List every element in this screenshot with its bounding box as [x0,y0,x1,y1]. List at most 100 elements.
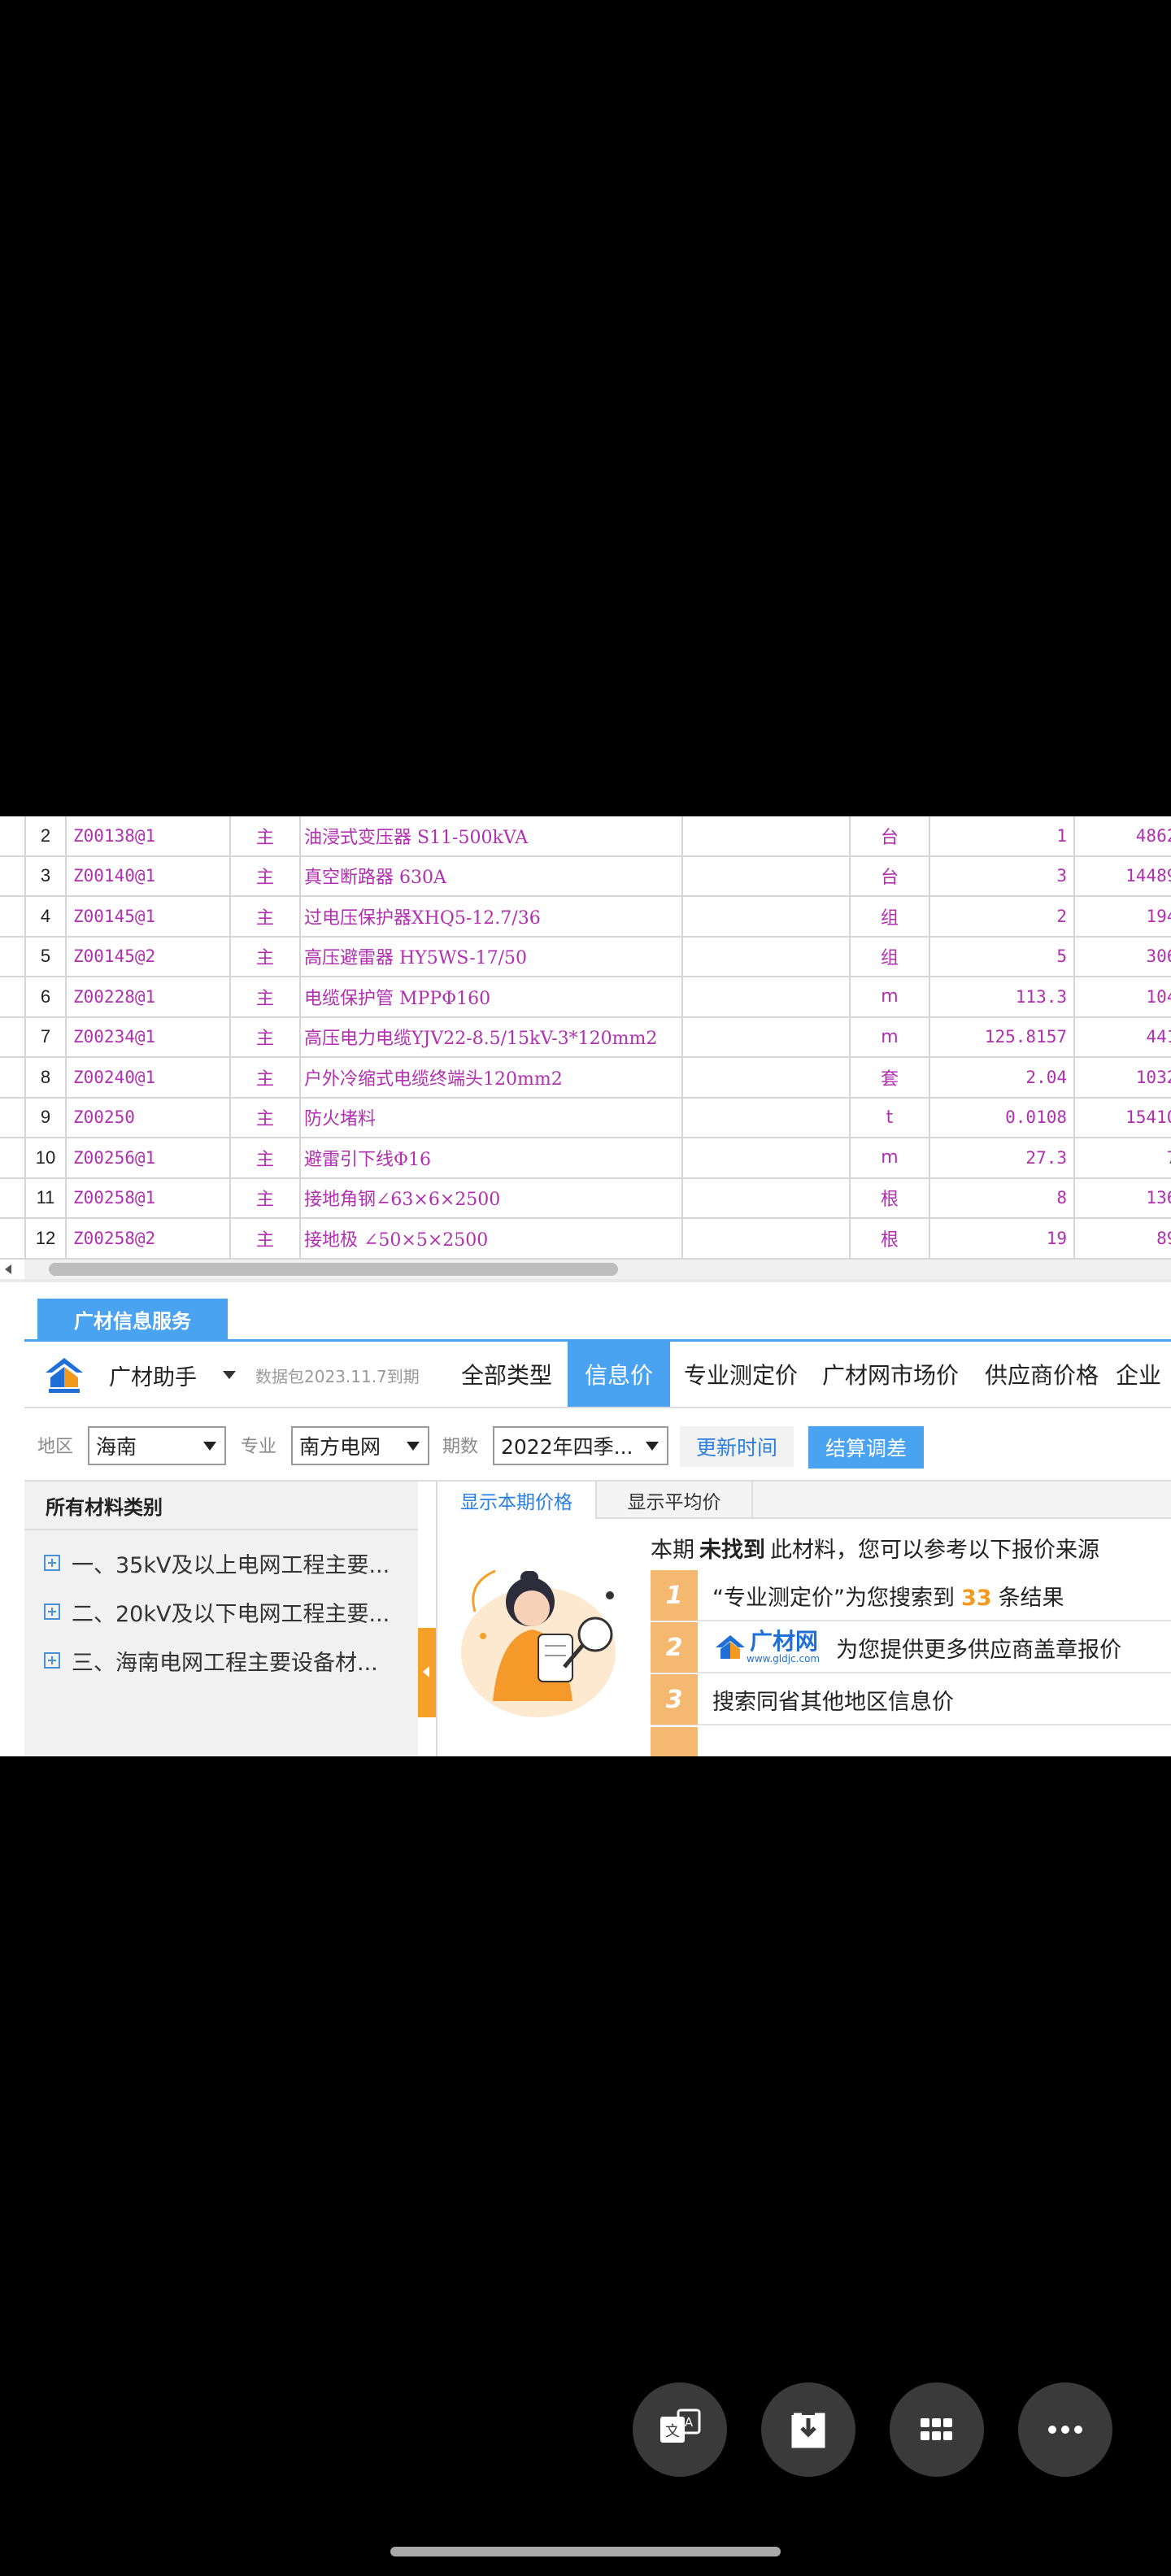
material-name[interactable]: 真空断路器 630A [301,856,683,895]
material-name[interactable]: 接地极 ∠50×5×2500 [301,1219,683,1258]
home-indicator[interactable] [390,2547,781,2556]
region-select[interactable]: 海南 [88,1426,226,1465]
spec-cell[interactable] [683,897,851,936]
tab-professional-price[interactable]: 专业测定价 [675,1342,807,1407]
unit[interactable]: 台 [851,816,930,855]
tab-info-price[interactable]: 信息价 [568,1342,670,1407]
material-code[interactable]: Z00234@1 [67,1017,231,1056]
quantity[interactable]: 2.04 [930,1058,1075,1097]
scrollbar-thumb[interactable] [49,1263,618,1276]
unit[interactable]: 组 [851,897,930,936]
more-button[interactable] [1018,2382,1112,2477]
unit[interactable]: t [851,1098,930,1137]
tab-current-price[interactable]: 显示本期价格 [437,1482,597,1519]
material-type[interactable]: 主 [231,1058,301,1097]
material-type[interactable]: 主 [231,1219,301,1258]
row-number[interactable]: 9 [26,1098,67,1137]
material-code[interactable]: Z00145@1 [67,897,231,936]
specialty-select[interactable]: 南方电网 [291,1426,429,1465]
material-code[interactable]: Z00256@1 [67,1138,231,1177]
material-name[interactable]: 防火堵料 [301,1098,683,1137]
scroll-left-icon[interactable] [5,1264,11,1274]
assistant-label[interactable]: 广材助手 [109,1342,197,1408]
spec-cell[interactable] [683,1178,851,1217]
chevron-down-icon[interactable] [223,1371,236,1379]
material-name[interactable]: 高压避雷器 HY5WS-17/50 [301,937,683,976]
unit[interactable]: 根 [851,1178,930,1217]
table-row[interactable]: 9Z00250主防火堵料 t0.010815410. [0,1098,1171,1138]
unit[interactable]: 根 [851,1219,930,1258]
row-number[interactable]: 11 [26,1178,67,1217]
service-tab[interactable]: 广材信息服务 [37,1299,228,1339]
spec-cell[interactable] [683,937,851,976]
material-code[interactable]: Z00145@2 [67,937,231,976]
update-time-button[interactable]: 更新时间 [680,1426,794,1467]
material-name[interactable]: 过电压保护器XHQ5-12.7/36 [301,897,683,936]
unit-price[interactable]: 194. [1075,897,1171,936]
table-row[interactable]: 11Z00258@1主接地角钢∠63×6×2500 根8136. [0,1178,1171,1219]
row-number[interactable]: 4 [26,897,67,936]
category-item[interactable]: 一、35kV及以上电网工程主要... [24,1538,418,1587]
apps-button[interactable] [890,2382,984,2477]
quantity[interactable]: 8 [930,1178,1075,1217]
quantity[interactable]: 1 [930,816,1075,855]
unit-price[interactable]: 7. [1075,1138,1171,1177]
translate-button[interactable]: 文 A [633,2382,727,2477]
row-number[interactable]: 2 [26,816,67,855]
tab-supplier-price[interactable]: 供应商价格 [974,1342,1109,1407]
spec-cell[interactable] [683,1098,851,1137]
unit[interactable]: m [851,1138,930,1177]
unit-price[interactable]: 306. [1075,938,1171,977]
unit-price[interactable]: 104. [1075,977,1171,1016]
source-option-other-regions[interactable]: 3 搜索同省其他地区信息价 [651,1674,1171,1725]
category-item[interactable]: 三、海南电网工程主要设备材... [24,1636,418,1685]
quantity[interactable]: 113.3 [930,977,1075,1016]
table-row[interactable]: 2Z00138@1主油浸式变压器 S11-500kVA 台148621 [0,816,1171,857]
unit-price[interactable]: 14489. [1075,857,1171,896]
quantity[interactable]: 125.8157 [930,1017,1075,1056]
collapse-panel-handle[interactable] [418,1628,436,1717]
download-button[interactable] [761,2382,855,2477]
row-number[interactable]: 10 [26,1138,67,1177]
settlement-adjust-button[interactable]: 结算调差 [808,1426,924,1469]
expand-icon[interactable] [44,1555,60,1571]
tab-average-price[interactable]: 显示平均价 [597,1482,753,1519]
quantity[interactable]: 2 [930,897,1075,936]
table-row[interactable]: 4Z00145@1主过电压保护器XHQ5-12.7/36 组2194. [0,897,1171,938]
table-row[interactable]: 3Z00140@1主真空断路器 630A台314489. [0,856,1171,897]
table-row[interactable]: 8Z00240@1主户外冷缩式电缆终端头120mm2 套2.041032. [0,1058,1171,1099]
table-row[interactable]: 5Z00145@2主高压避雷器 HY5WS-17/50组5306. [0,937,1171,977]
row-number[interactable]: 8 [26,1058,67,1097]
tab-market-price[interactable]: 广材网市场价 [813,1342,968,1407]
source-option-professional[interactable]: 1 “专业测定价”为您搜索到 33 条结果 [651,1570,1171,1621]
row-number[interactable]: 12 [26,1219,67,1258]
material-code[interactable]: Z00140@1 [67,856,231,895]
material-type[interactable]: 主 [231,897,301,936]
material-name[interactable]: 电缆保护管 MPPΦ160 [301,977,683,1016]
row-number[interactable]: 7 [26,1017,67,1056]
quantity[interactable]: 3 [930,856,1075,895]
quantity[interactable]: 0.0108 [930,1098,1075,1137]
material-code[interactable]: Z00138@1 [67,816,231,855]
material-type[interactable]: 主 [231,856,301,895]
unit[interactable]: m [851,977,930,1016]
row-number[interactable]: 5 [26,937,67,976]
unit[interactable]: 台 [851,856,930,895]
table-row[interactable]: 10Z00256@1主避雷引下线Φ16 m27.37. [0,1138,1171,1179]
material-type[interactable]: 主 [231,977,301,1016]
quantity[interactable]: 19 [930,1219,1075,1258]
horizontal-scrollbar[interactable] [5,1260,1171,1279]
material-type[interactable]: 主 [231,1098,301,1137]
material-name[interactable]: 接地角钢∠63×6×2500 [301,1178,683,1217]
unit[interactable]: 组 [851,937,930,976]
row-number[interactable]: 6 [26,977,67,1016]
material-type[interactable]: 主 [231,816,301,855]
material-name[interactable]: 避雷引下线Φ16 [301,1138,683,1177]
material-code[interactable]: Z00258@2 [67,1219,231,1258]
spec-cell[interactable] [683,1058,851,1097]
expand-icon[interactable] [44,1652,60,1669]
material-code[interactable]: Z00250 [67,1098,231,1137]
tab-all-types[interactable]: 全部类型 [452,1342,561,1407]
quantity[interactable]: 5 [930,937,1075,976]
period-select[interactable]: 2022年四季... [493,1426,668,1465]
